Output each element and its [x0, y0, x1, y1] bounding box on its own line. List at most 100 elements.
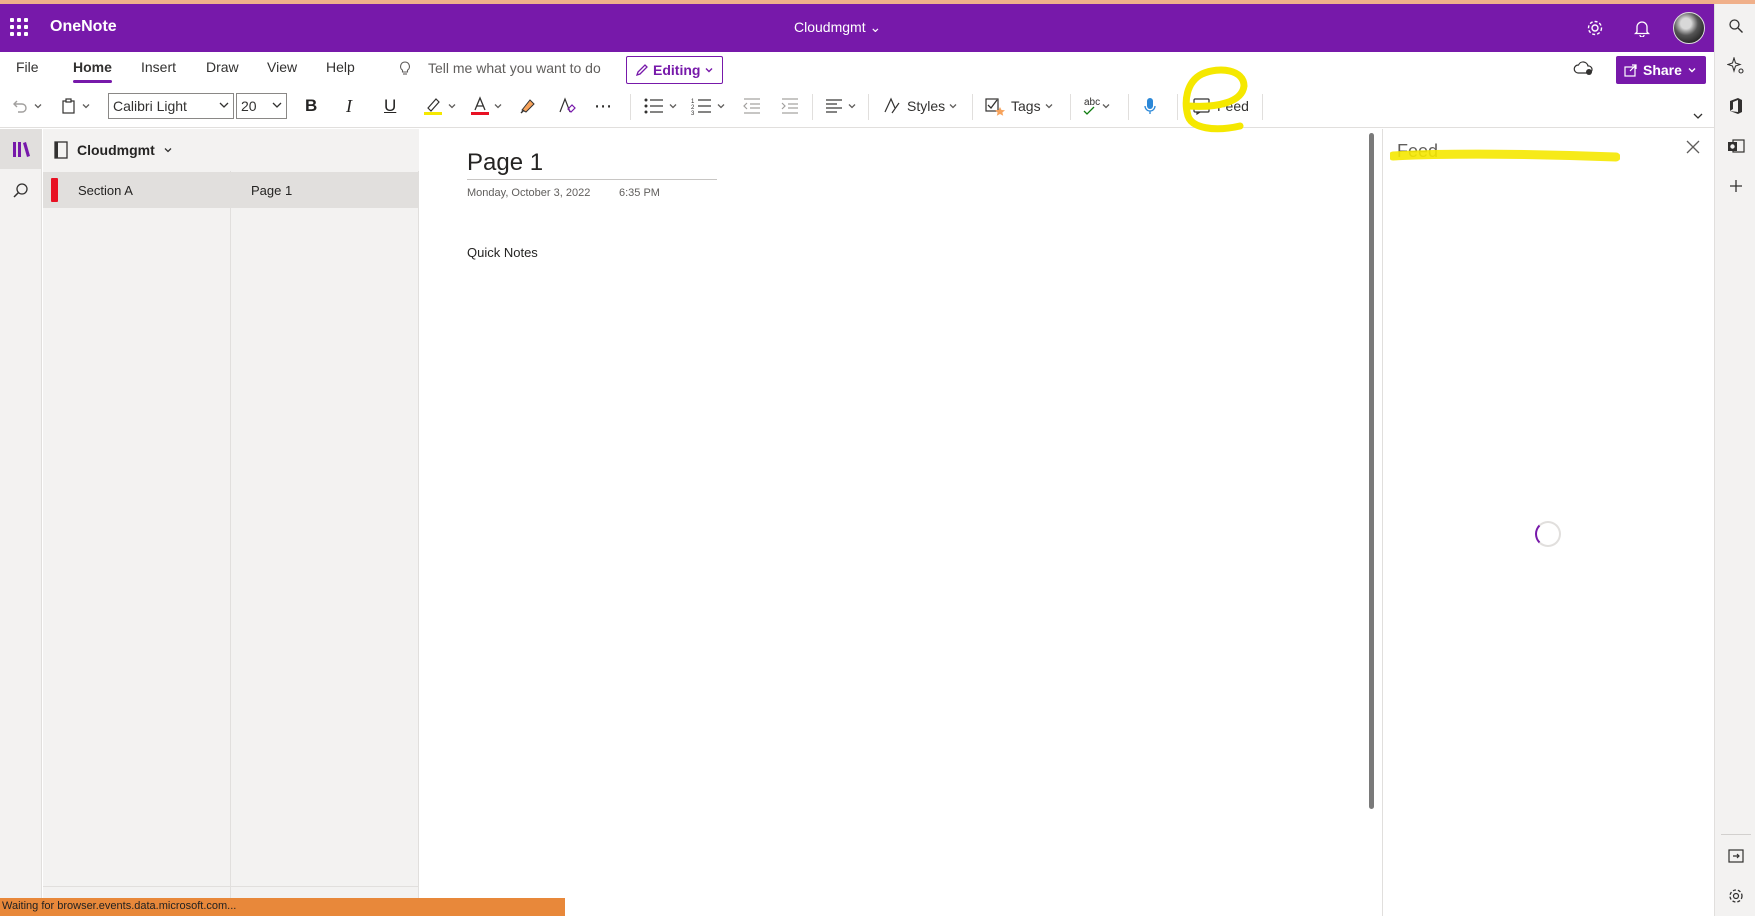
tell-me-search[interactable]: Tell me what you want to do	[428, 60, 601, 76]
section-label: Section A	[78, 182, 133, 198]
styles-button[interactable]: Styles	[882, 92, 958, 120]
font-size-select[interactable]: 20	[236, 93, 287, 119]
notebooks-button[interactable]	[0, 129, 42, 169]
increase-indent-icon	[781, 98, 798, 114]
underline-button[interactable]: U	[384, 92, 396, 120]
sync-status-icon[interactable]	[1573, 60, 1595, 80]
onenote-window: OneNote Cloudmgmt ⌄ File Home Insert Dra…	[0, 0, 1755, 916]
menu-draw[interactable]: Draw	[206, 59, 239, 75]
chevron-down-icon	[1045, 104, 1053, 109]
app-name[interactable]: OneNote	[50, 18, 117, 36]
page-canvas[interactable]: Page 1 Monday, October 3, 2022 6:35 PM Q…	[419, 129, 1382, 916]
page-time: 6:35 PM	[619, 187, 660, 199]
menu-file[interactable]: File	[16, 59, 39, 75]
lightbulb-icon	[400, 61, 410, 75]
search-button[interactable]	[0, 171, 42, 211]
ribbon-divider	[1128, 94, 1129, 120]
user-avatar[interactable]	[1673, 12, 1705, 44]
feed-pane: Feed	[1382, 129, 1714, 916]
app-launcher-icon[interactable]	[10, 18, 28, 36]
styles-label: Styles	[907, 98, 946, 114]
pages-pane: Page 1	[231, 171, 419, 916]
chevron-down-icon	[448, 104, 456, 109]
editing-label: Editing	[653, 62, 701, 78]
search-icon[interactable]	[1726, 16, 1746, 36]
styles-icon	[884, 97, 900, 114]
ribbon-divider	[1262, 94, 1263, 120]
undo-button[interactable]	[10, 92, 43, 120]
font-color-button[interactable]	[470, 92, 503, 120]
more-options-icon[interactable]: ⋯	[594, 92, 613, 120]
numbering-button[interactable]: 123	[691, 92, 726, 120]
decrease-indent-button[interactable]	[742, 92, 762, 120]
hide-sidebar-icon[interactable]	[1726, 846, 1746, 866]
notebook-name: Cloudmgmt	[77, 142, 155, 158]
clear-formatting-button[interactable]	[556, 92, 576, 120]
outlook-icon[interactable]	[1726, 136, 1746, 156]
highlighter-icon	[424, 98, 442, 115]
format-painter-button[interactable]	[518, 92, 538, 120]
menu-help[interactable]: Help	[326, 59, 355, 75]
right-side-strip	[1714, 4, 1755, 916]
ribbon-collapse-button[interactable]	[1692, 102, 1704, 130]
tags-label: Tags	[1011, 98, 1041, 114]
font-family-select[interactable]: Calibri Light	[108, 93, 234, 119]
ribbon-divider	[812, 94, 813, 120]
share-button[interactable]: Share	[1616, 56, 1706, 84]
ribbon-divider	[972, 94, 973, 120]
bullet-list-icon	[644, 98, 663, 114]
chevron-down-icon	[34, 104, 42, 109]
clipboard-button[interactable]	[60, 92, 91, 120]
settings-gear-icon[interactable]	[1583, 16, 1607, 40]
ribbon-divider	[868, 94, 869, 120]
feed-label: Feed	[1217, 98, 1249, 114]
chevron-down-icon	[164, 148, 172, 153]
canvas-scrollbar[interactable]	[1369, 133, 1374, 809]
clear-formatting-icon	[559, 97, 576, 113]
section-item[interactable]: Section A	[43, 172, 231, 208]
paragraph-alignment-button[interactable]	[824, 92, 857, 120]
menu-home[interactable]: Home	[73, 59, 112, 75]
increase-indent-button[interactable]	[780, 92, 800, 120]
chevron-down-icon	[272, 102, 282, 108]
menu-insert[interactable]: Insert	[141, 59, 176, 75]
note-content[interactable]: Quick Notes	[467, 245, 538, 260]
chevron-down-icon	[717, 104, 725, 109]
page-title[interactable]: Page 1	[467, 149, 717, 180]
tags-button[interactable]: Tags	[984, 92, 1054, 120]
chevron-down-icon	[1688, 68, 1696, 73]
format-painter-icon	[520, 99, 535, 114]
strip-divider	[1721, 834, 1751, 835]
microphone-icon	[1144, 98, 1156, 114]
copilot-sparkle-icon[interactable]	[1726, 56, 1746, 76]
italic-button[interactable]: I	[346, 92, 352, 120]
search-icon	[13, 183, 28, 198]
chevron-down-icon	[669, 104, 677, 109]
notebook-header-dropdown[interactable]: Cloudmgmt	[43, 129, 419, 171]
notifications-bell-icon[interactable]	[1630, 16, 1654, 40]
office-icon[interactable]	[1726, 96, 1746, 116]
highlight-button[interactable]	[422, 92, 457, 120]
menu-view[interactable]: View	[267, 59, 297, 75]
chevron-down-icon	[1693, 113, 1703, 119]
feed-button[interactable]: Feed	[1192, 92, 1249, 120]
chevron-down-icon	[494, 104, 502, 109]
bullets-button[interactable]	[643, 92, 678, 120]
bold-button[interactable]: B	[305, 92, 317, 120]
font-color-icon	[471, 96, 489, 115]
pencil-icon	[635, 64, 648, 77]
spelling-button[interactable]: abc	[1083, 92, 1111, 120]
sections-pane: Section A	[43, 171, 231, 916]
clipboard-icon	[62, 98, 75, 114]
svg-text:3: 3	[691, 111, 695, 115]
left-navigation-rail	[0, 129, 42, 916]
editing-mode-button[interactable]: Editing	[626, 56, 723, 84]
close-icon[interactable]	[1685, 139, 1701, 159]
ribbon-divider	[630, 94, 631, 120]
decrease-indent-icon	[743, 98, 760, 114]
page-item[interactable]: Page 1	[231, 172, 419, 208]
dictate-button[interactable]	[1142, 92, 1158, 120]
add-icon[interactable]	[1726, 176, 1746, 196]
notebook-title-dropdown[interactable]: Cloudmgmt ⌄	[794, 19, 881, 36]
settings-gear-icon[interactable]	[1726, 886, 1746, 906]
